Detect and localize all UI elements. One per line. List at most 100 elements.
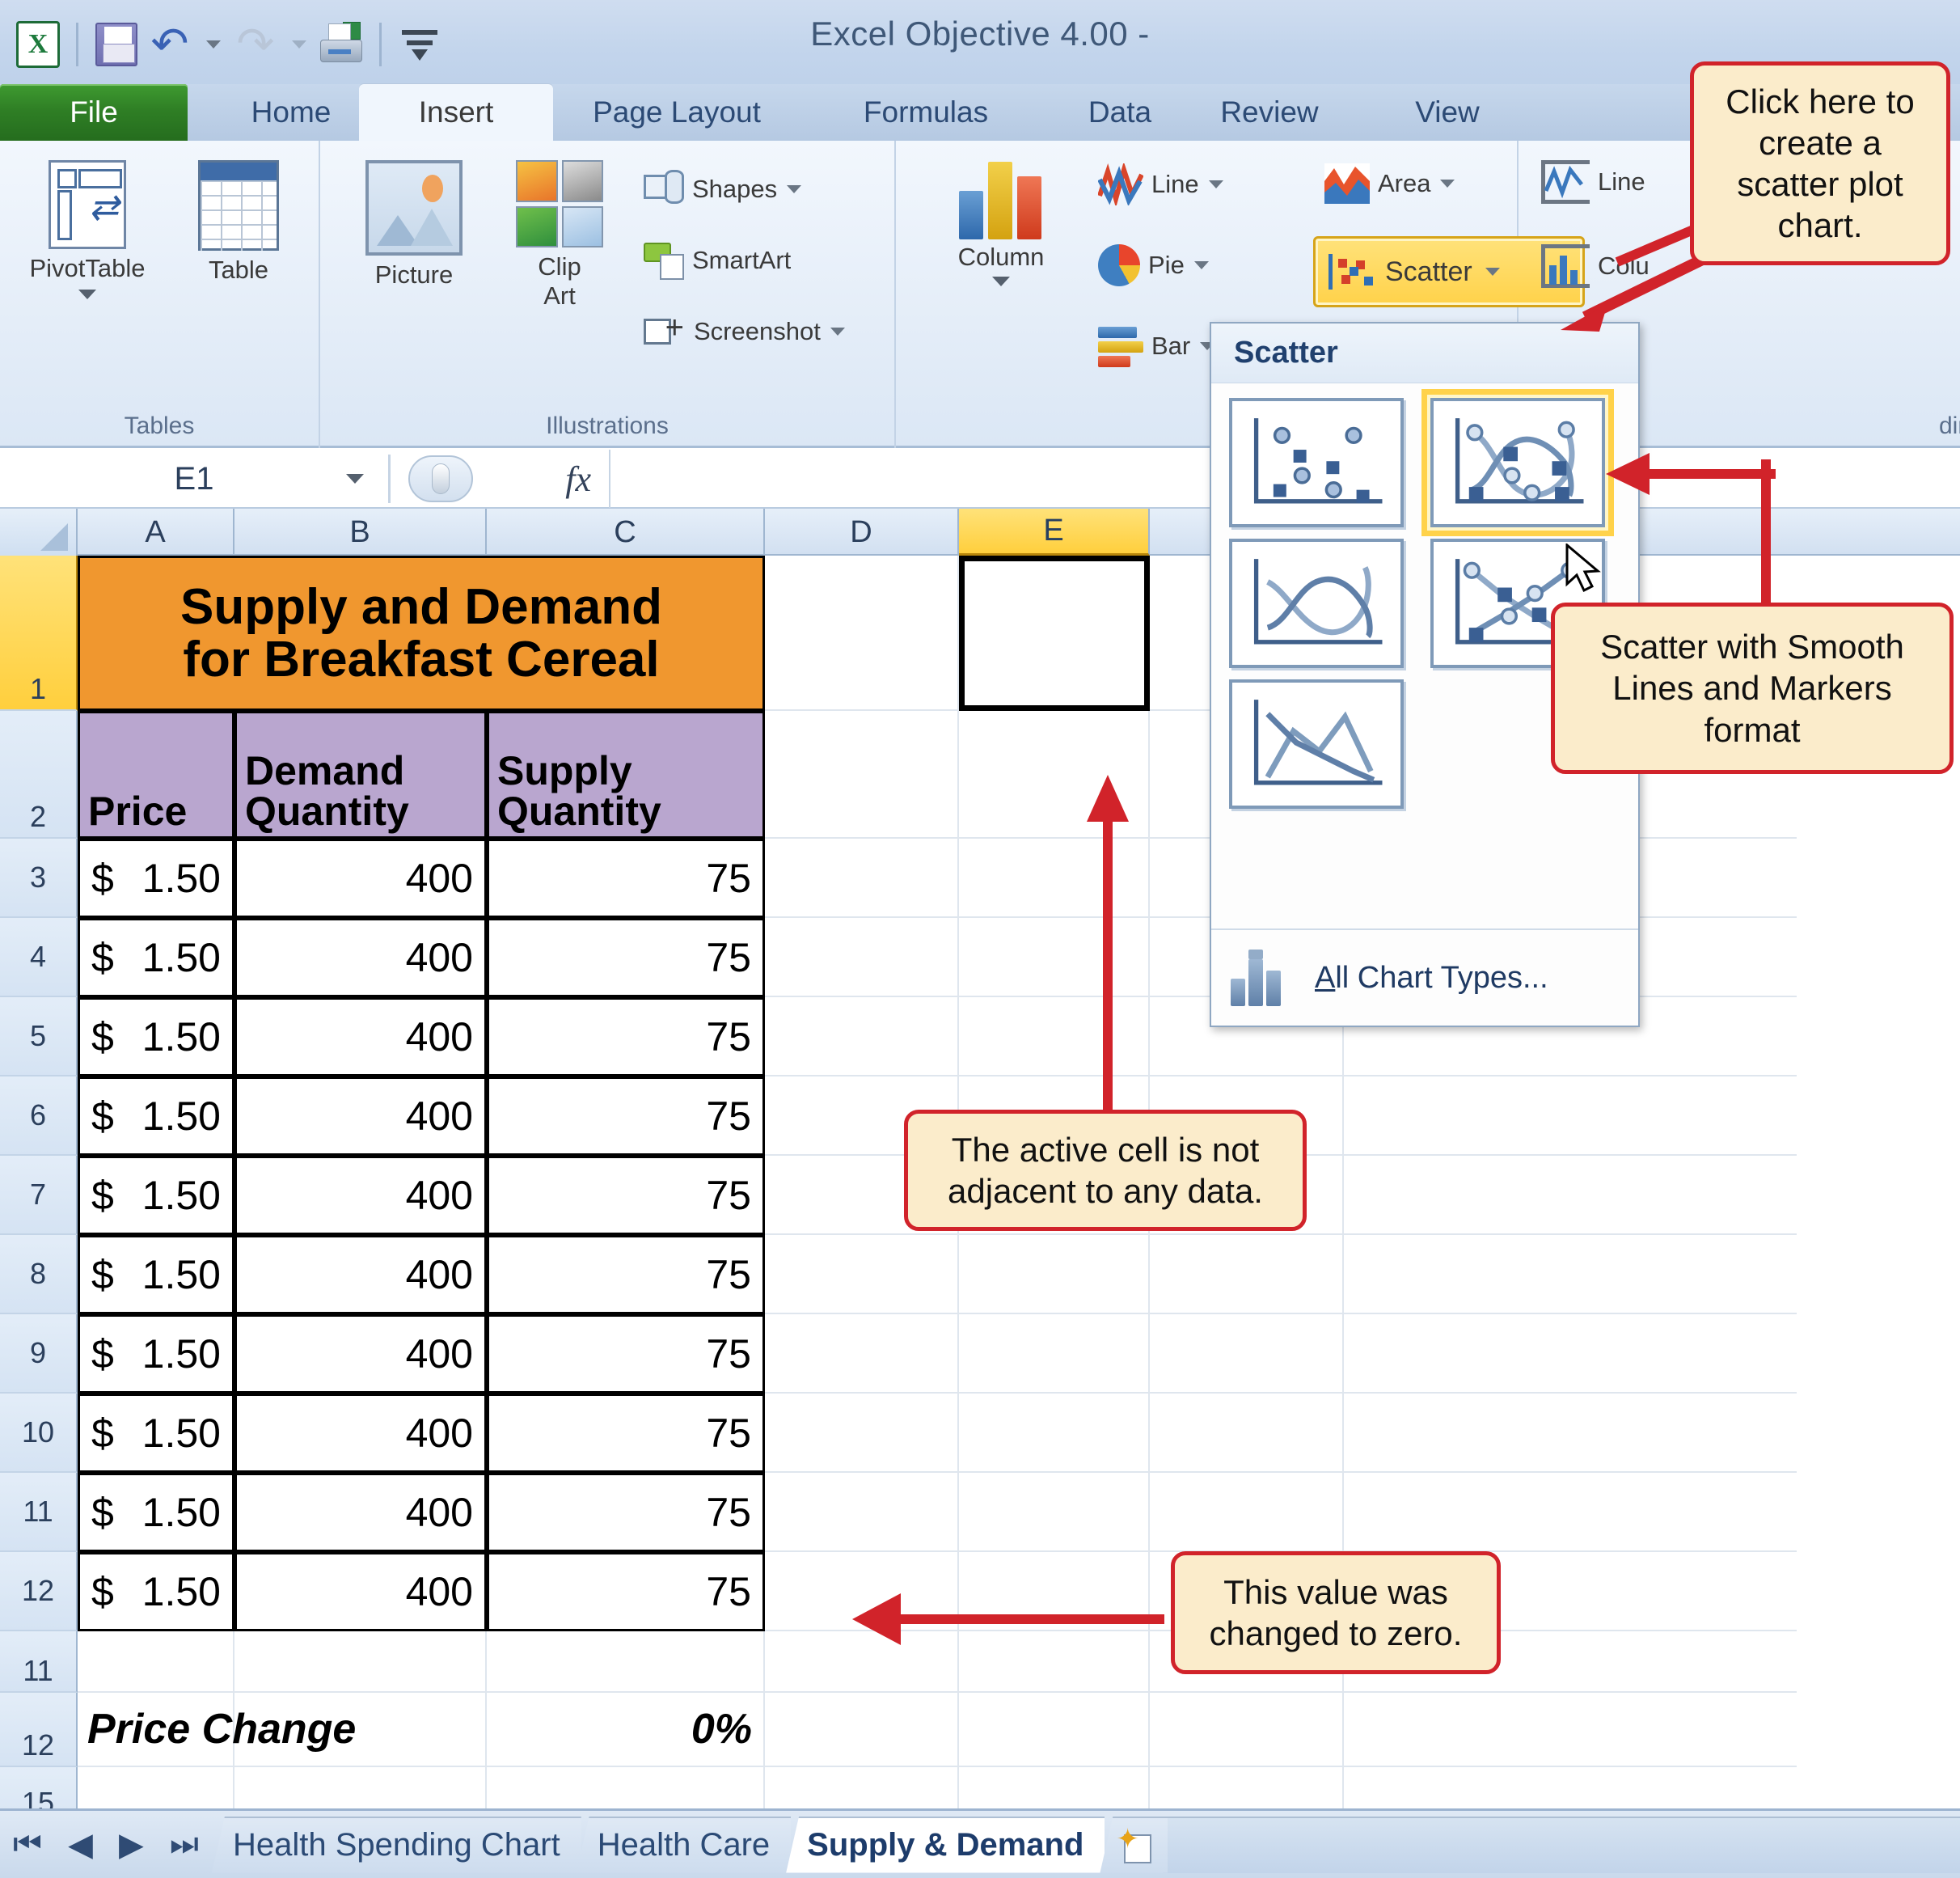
row-header-5[interactable]: 5 <box>0 997 78 1076</box>
tab-page-layout[interactable]: Page Layout <box>543 84 810 141</box>
cell-d4[interactable] <box>765 918 959 997</box>
row-header-2[interactable]: 2 <box>0 711 78 839</box>
column-header-c[interactable]: C <box>487 509 765 556</box>
cell-e8[interactable] <box>959 1235 1150 1314</box>
screenshot-button[interactable]: + Screenshot <box>644 311 845 351</box>
tab-review[interactable]: Review <box>1164 84 1375 141</box>
cell-f10[interactable] <box>1150 1394 1344 1473</box>
shapes-dropdown-icon[interactable] <box>787 185 802 193</box>
cell-b13[interactable] <box>234 1631 487 1693</box>
cell-c11-supply[interactable]: 75 <box>487 1473 765 1552</box>
picture-button[interactable]: Picture <box>341 160 487 290</box>
cell-d10[interactable] <box>765 1394 959 1473</box>
first-sheet-button[interactable]: ⏮ <box>13 1826 42 1863</box>
tab-formulas[interactable]: Formulas <box>809 84 1043 141</box>
cell-d3[interactable] <box>765 839 959 918</box>
cell-c8-supply[interactable]: 75 <box>487 1235 765 1314</box>
row-header-11[interactable]: 11 <box>0 1473 78 1552</box>
cell-g15[interactable] <box>1344 1767 1797 1808</box>
cell-g9[interactable] <box>1344 1314 1797 1394</box>
cell-c15[interactable] <box>487 1767 765 1808</box>
name-box[interactable]: E1 <box>0 450 388 508</box>
tab-insert[interactable]: Insert <box>359 84 553 141</box>
cell-e9[interactable] <box>959 1314 1150 1394</box>
cell-e15[interactable] <box>959 1767 1150 1808</box>
scatter-dropdown-icon[interactable] <box>1485 268 1500 276</box>
cell-a6-price[interactable]: $1.50 <box>78 1076 234 1156</box>
cell-c9-supply[interactable]: 75 <box>487 1314 765 1394</box>
cell-b5-demand[interactable]: 400 <box>234 997 487 1076</box>
cell-d8[interactable] <box>765 1235 959 1314</box>
cell-g8[interactable] <box>1344 1235 1797 1314</box>
cell-d1[interactable] <box>765 556 959 711</box>
sparkline-line-button[interactable]: Line <box>1541 160 1645 204</box>
cell-c10-supply[interactable]: 75 <box>487 1394 765 1473</box>
cell-b8-demand[interactable]: 400 <box>234 1235 487 1314</box>
cell-a3-price[interactable]: $1.50 <box>78 839 234 918</box>
line-chart-dropdown-icon[interactable] <box>1208 180 1223 188</box>
select-all-corner[interactable] <box>0 509 78 556</box>
clip-art-button[interactable]: Clip Art <box>495 160 624 311</box>
cell-e10[interactable] <box>959 1394 1150 1473</box>
cell-c6-supply[interactable]: 75 <box>487 1076 765 1156</box>
cell-b2-demand-quantity[interactable]: Demand Quantity <box>234 711 487 839</box>
cell-b6-demand[interactable]: 400 <box>234 1076 487 1156</box>
column-header-a[interactable]: A <box>78 509 234 556</box>
cell-f9[interactable] <box>1150 1314 1344 1394</box>
column-header-d[interactable]: D <box>765 509 959 556</box>
cell-a2-price[interactable]: Price <box>78 711 234 839</box>
cell-c3-supply[interactable]: 75 <box>487 839 765 918</box>
scatter-straight-lines-option[interactable] <box>1229 679 1404 809</box>
tab-view[interactable]: View <box>1367 84 1528 141</box>
cell-a9-price[interactable]: $1.50 <box>78 1314 234 1394</box>
row-header-8[interactable]: 8 <box>0 1235 78 1314</box>
cell-a15[interactable] <box>78 1767 234 1808</box>
tab-home[interactable]: Home <box>202 84 380 141</box>
cell-f14[interactable] <box>1150 1693 1344 1767</box>
area-chart-button[interactable]: Area <box>1324 163 1455 204</box>
cell-a7-price[interactable]: $1.50 <box>78 1156 234 1235</box>
sheet-tab-health-care[interactable]: Health Care <box>576 1816 792 1873</box>
screenshot-dropdown-icon[interactable] <box>830 328 845 336</box>
cell-a13[interactable] <box>78 1631 234 1693</box>
smartart-button[interactable]: SmartArt <box>644 241 791 280</box>
cell-c5-supply[interactable]: 75 <box>487 997 765 1076</box>
cell-b10-demand[interactable]: 400 <box>234 1394 487 1473</box>
row-header-7[interactable]: 7 <box>0 1156 78 1235</box>
cell-c14-price-change-value[interactable]: 0% <box>487 1693 765 1767</box>
row-header-4[interactable]: 4 <box>0 918 78 997</box>
column-header-b[interactable]: B <box>234 509 487 556</box>
table-button[interactable]: Table <box>170 160 307 285</box>
row-header-9[interactable]: 9 <box>0 1314 78 1394</box>
cell-b7-demand[interactable]: 400 <box>234 1156 487 1235</box>
cell-b9-demand[interactable]: 400 <box>234 1314 487 1394</box>
pie-chart-button[interactable]: Pie <box>1098 244 1209 286</box>
cell-d14[interactable] <box>765 1693 959 1767</box>
bar-chart-button[interactable]: Bar <box>1098 325 1215 367</box>
cell-d2[interactable] <box>765 711 959 839</box>
cell-g11[interactable] <box>1344 1473 1797 1552</box>
cell-a5-price[interactable]: $1.50 <box>78 997 234 1076</box>
column-chart-dropdown-icon[interactable] <box>992 277 1010 286</box>
sheet-tab-supply-and-demand[interactable]: Supply & Demand <box>786 1816 1105 1873</box>
column-header-e[interactable]: E <box>959 509 1150 556</box>
cell-b11-demand[interactable]: 400 <box>234 1473 487 1552</box>
cell-b12-demand[interactable]: 400 <box>234 1552 487 1631</box>
cancel-enter-buttons[interactable] <box>408 455 473 502</box>
row-header-15[interactable]: 15 <box>0 1767 78 1808</box>
cell-f11[interactable] <box>1150 1473 1344 1552</box>
all-chart-types-item[interactable]: All Chart Types... <box>1211 928 1638 1026</box>
row-header-10[interactable]: 10 <box>0 1394 78 1473</box>
cell-d9[interactable] <box>765 1314 959 1394</box>
cell-d5[interactable] <box>765 997 959 1076</box>
prev-sheet-button[interactable]: ◀ <box>68 1826 93 1863</box>
shapes-button[interactable]: Shapes <box>644 170 802 209</box>
cell-g14[interactable] <box>1344 1693 1797 1767</box>
cell-g6[interactable] <box>1344 1076 1797 1156</box>
cell-c12-supply[interactable]: 75 <box>487 1552 765 1631</box>
cell-c13[interactable] <box>487 1631 765 1693</box>
insert-function-icon[interactable]: fx <box>565 459 591 500</box>
row-header-13[interactable]: 11 <box>0 1631 78 1693</box>
row-header-12[interactable]: 12 <box>0 1552 78 1631</box>
scatter-smooth-lines-and-markers-option[interactable] <box>1421 389 1614 536</box>
